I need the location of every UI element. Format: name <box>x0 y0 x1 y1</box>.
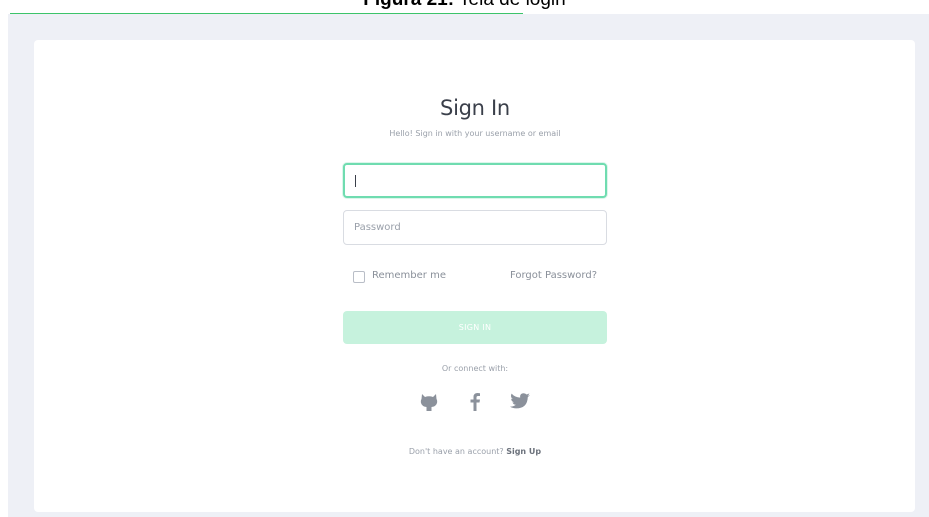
text-cursor <box>355 174 356 187</box>
page-subtitle: Hello! Sign in with your username or ema… <box>389 129 561 138</box>
connect-with-label: Or connect with: <box>441 364 509 373</box>
sign-in-button-label: SIGN IN <box>458 323 492 332</box>
remember-me-label[interactable]: Remember me <box>372 270 446 281</box>
password-input[interactable]: Password <box>343 210 607 245</box>
sign-up-link[interactable]: Sign Up <box>506 447 541 456</box>
sign-up-prompt-text: Don't have an account? <box>408 447 507 456</box>
remember-me-checkbox[interactable] <box>353 271 365 283</box>
github-icon[interactable] <box>416 388 442 414</box>
figure-caption-text: Tela de login <box>454 0 566 10</box>
page-title: Sign In <box>440 96 510 120</box>
figure-caption: Figura 21: Tela de login <box>0 0 929 12</box>
figure-number: Figura 21: <box>363 0 454 10</box>
forgot-password-link[interactable]: Forgot Password? <box>470 270 597 281</box>
sign-up-prompt: Don't have an account? Sign Up <box>343 447 607 456</box>
twitter-icon[interactable] <box>507 388 533 414</box>
username-input[interactable] <box>343 163 607 198</box>
sign-in-button[interactable]: SIGN IN <box>343 311 607 344</box>
password-placeholder: Password <box>354 222 401 233</box>
facebook-icon[interactable] <box>462 388 488 414</box>
